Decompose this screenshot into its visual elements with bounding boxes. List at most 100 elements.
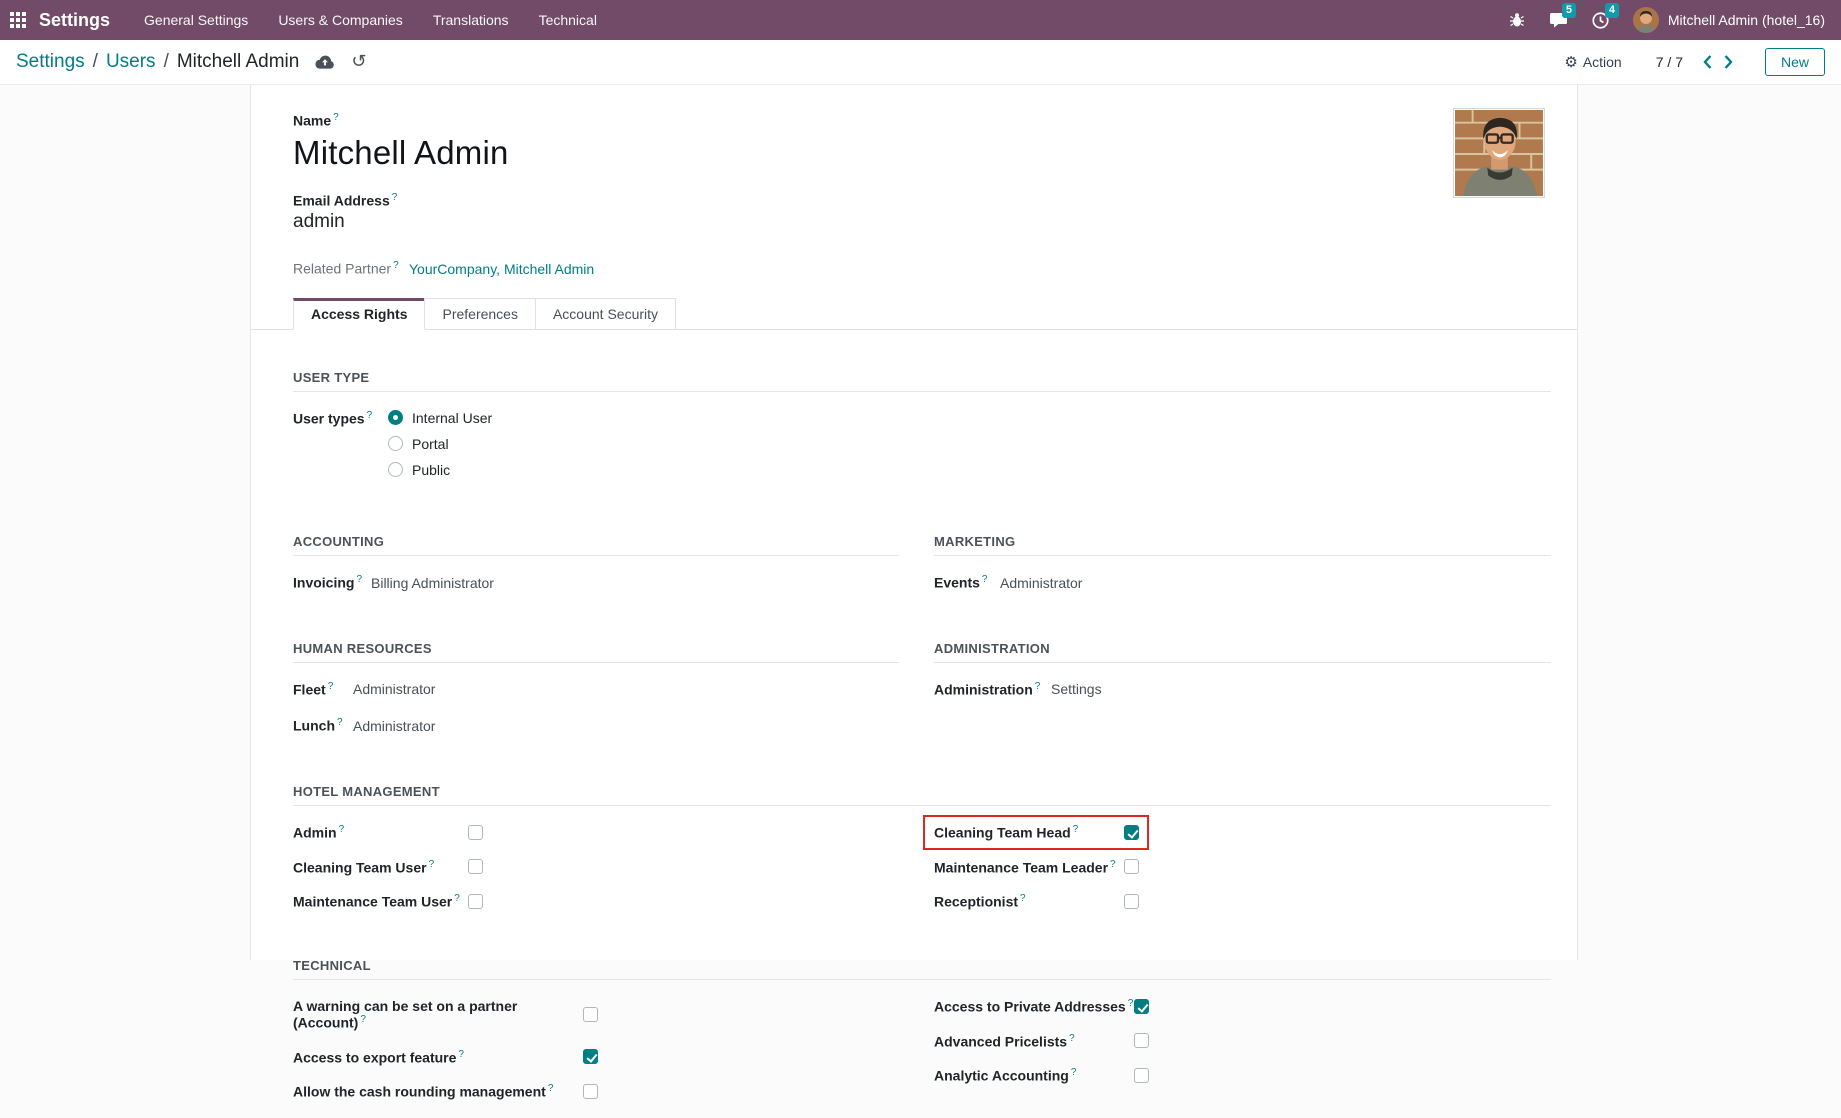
tab-account-security[interactable]: Account Security [535, 298, 676, 329]
menu-users-companies[interactable]: Users & Companies [278, 12, 403, 28]
menu-general-settings[interactable]: General Settings [144, 12, 248, 28]
radio-icon[interactable] [388, 436, 403, 451]
invoicing-value[interactable]: Billing Administrator [371, 575, 494, 591]
export-feature-checkbox[interactable] [583, 1049, 598, 1064]
help-icon: ? [454, 893, 460, 904]
help-icon: ? [1020, 893, 1026, 904]
email-field[interactable]: admin [293, 211, 1549, 233]
help-icon: ? [1073, 824, 1079, 835]
section-title: USER TYPE [293, 370, 1551, 392]
field-private-addresses: Access to Private Addresses? [934, 998, 1551, 1015]
admin-checkbox[interactable] [468, 825, 483, 840]
help-icon: ? [367, 410, 373, 421]
top-navbar: Settings General Settings Users & Compan… [0, 0, 1841, 40]
breadcrumb-settings[interactable]: Settings [16, 51, 85, 73]
advanced-pricelists-checkbox[interactable] [1134, 1033, 1149, 1048]
app-name[interactable]: Settings [39, 10, 110, 31]
lunch-value[interactable]: Administrator [353, 718, 435, 734]
user-photo[interactable] [1453, 108, 1545, 198]
messages-icon[interactable]: 5 [1549, 12, 1568, 29]
radio-public[interactable]: Public [388, 462, 492, 478]
user-avatar[interactable] [1633, 7, 1659, 33]
cleaning-team-head-checkbox[interactable] [1124, 825, 1139, 840]
maintenance-team-user-checkbox[interactable] [468, 894, 483, 909]
related-partner-label: Related Partner? [293, 260, 409, 277]
breadcrumb-separator: / [93, 51, 98, 73]
section-title: ACCOUNTING [293, 534, 899, 556]
bug-icon[interactable] [1509, 12, 1525, 28]
maintenance-team-leader-label: Maintenance Team Leader? [934, 859, 1124, 876]
save-cloud-icon[interactable] [315, 54, 335, 70]
pager-previous-button[interactable] [1697, 51, 1718, 73]
user-types-label: User types? [293, 410, 388, 488]
cleaning-team-head-label: Cleaning Team Head? [934, 824, 1124, 841]
administration-label: Administration? [934, 681, 1051, 698]
cleaning-team-user-checkbox[interactable] [468, 859, 483, 874]
messages-count-badge: 5 [1562, 3, 1576, 18]
name-field[interactable]: Mitchell Admin [293, 134, 1549, 172]
analytic-accounting-checkbox[interactable] [1134, 1068, 1149, 1083]
section-title: TECHNICAL [293, 958, 1551, 980]
section-accounting: ACCOUNTING Invoicing? Billing Administra… [293, 534, 899, 611]
section-administration: ADMINISTRATION Administration? Settings [934, 641, 1551, 754]
discard-undo-icon[interactable]: ↺ [351, 53, 366, 71]
private-addresses-checkbox[interactable] [1134, 999, 1149, 1014]
field-admin: Admin? [293, 824, 899, 841]
private-addresses-label: Access to Private Addresses? [934, 998, 1134, 1015]
control-panel: Settings / Users / Mitchell Admin ↺ ⚙ Ac… [0, 40, 1841, 85]
partner-warning-label: A warning can be set on a partner (Accou… [293, 998, 583, 1031]
top-menu: General Settings Users & Companies Trans… [144, 12, 627, 28]
help-icon: ? [548, 1083, 554, 1094]
help-icon: ? [429, 859, 435, 870]
receptionist-checkbox[interactable] [1124, 894, 1139, 909]
user-menu[interactable]: Mitchell Admin (hotel_16) [1668, 12, 1825, 28]
section-technical: TECHNICAL A warning can be set on a part… [293, 958, 1549, 1118]
field-advanced-pricelists: Advanced Pricelists? [934, 1033, 1551, 1050]
notebook-tabs: Access Rights Preferences Account Securi… [251, 298, 1577, 330]
help-icon: ? [1035, 681, 1041, 692]
section-marketing: MARKETING Events? Administrator [934, 534, 1551, 611]
name-label: Name? [293, 112, 1549, 129]
activities-icon[interactable]: 4 [1592, 12, 1609, 29]
field-receptionist: Receptionist? [934, 893, 1551, 910]
related-partner-link[interactable]: YourCompany, Mitchell Admin [409, 261, 594, 277]
help-icon: ? [339, 824, 345, 835]
export-feature-label: Access to export feature? [293, 1049, 583, 1066]
new-button[interactable]: New [1765, 48, 1825, 76]
menu-translations[interactable]: Translations [433, 12, 509, 28]
section-title: HUMAN RESOURCES [293, 641, 899, 663]
invoicing-label: Invoicing? [293, 574, 371, 591]
menu-technical[interactable]: Technical [539, 12, 597, 28]
help-icon: ? [337, 717, 343, 728]
pager-counter: 7 / 7 [1656, 54, 1683, 70]
action-menu-button[interactable]: ⚙ Action [1564, 53, 1621, 71]
breadcrumb-separator: / [164, 51, 169, 73]
help-icon: ? [360, 1014, 366, 1025]
apps-menu-icon[interactable] [10, 12, 26, 28]
advanced-pricelists-label: Advanced Pricelists? [934, 1033, 1134, 1050]
cash-rounding-label: Allow the cash rounding management? [293, 1083, 583, 1100]
fleet-value[interactable]: Administrator [353, 681, 435, 697]
lunch-label: Lunch? [293, 717, 353, 734]
tab-preferences[interactable]: Preferences [424, 298, 535, 329]
pager-next-button[interactable] [1718, 51, 1739, 73]
radio-icon[interactable] [388, 410, 403, 425]
main-content: Name? Mitchell Admin Email Address? admi… [0, 85, 1841, 960]
help-icon: ? [356, 574, 362, 585]
events-value[interactable]: Administrator [1000, 575, 1082, 591]
breadcrumb-users[interactable]: Users [106, 51, 156, 73]
radio-icon[interactable] [388, 462, 403, 477]
administration-value[interactable]: Settings [1051, 681, 1102, 697]
maintenance-team-leader-checkbox[interactable] [1124, 859, 1139, 874]
help-icon: ? [1110, 859, 1116, 870]
help-icon: ? [393, 260, 399, 271]
partner-warning-checkbox[interactable] [583, 1007, 598, 1022]
email-label: Email Address? [293, 192, 1549, 209]
cash-rounding-checkbox[interactable] [583, 1084, 598, 1099]
section-hotel-management: HOTEL MANAGEMENT Admin? Cleaning Team Us… [293, 784, 1549, 928]
radio-internal-user[interactable]: Internal User [388, 410, 492, 426]
radio-portal[interactable]: Portal [388, 436, 492, 452]
tab-access-rights[interactable]: Access Rights [293, 298, 425, 330]
help-icon: ? [1071, 1067, 1077, 1078]
help-icon: ? [392, 192, 398, 203]
